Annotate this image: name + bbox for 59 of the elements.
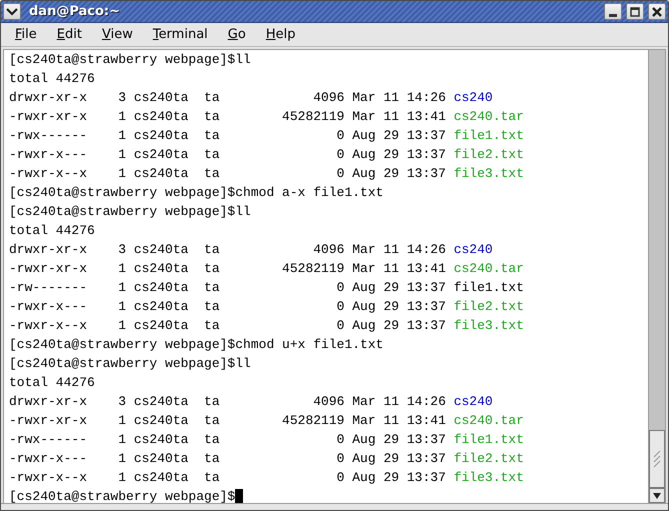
file-name: cs240 xyxy=(454,241,493,259)
minimize-button[interactable] xyxy=(604,3,622,20)
menu-item[interactable]: Edit xyxy=(46,25,92,44)
output-line: total 44276 xyxy=(9,222,95,240)
menu-item[interactable]: File xyxy=(5,25,47,44)
file-listing: -rwxr-xr-x 1 cs240ta ta 45282119 Mar 11 13:41 xyxy=(9,412,447,430)
chevron-down-icon xyxy=(6,8,18,16)
file-listing: -rwx------ 1 cs240ta ta 0 Aug 29 13:37 xyxy=(9,431,447,449)
file-listing: -rw------- 1 cs240ta ta 0 Aug 29 13:37 xyxy=(9,279,447,297)
file-name: file2.txt xyxy=(454,298,524,316)
close-icon xyxy=(652,6,662,16)
window-title: dan@Paco:~ xyxy=(28,4,122,19)
file-name: file1.txt xyxy=(454,279,524,297)
output-line: total 44276 xyxy=(9,70,95,88)
file-listing: drwxr-xr-x 3 cs240ta ta 4096 Mar 11 14:26 xyxy=(9,89,447,107)
menu-item[interactable]: Help xyxy=(256,25,306,44)
file-listing: -rwxr-x--- 1 cs240ta ta 0 Aug 29 13:37 xyxy=(9,450,447,468)
file-name: file2.txt xyxy=(454,450,524,468)
command-line: [cs240ta@strawberry webpage]$ll xyxy=(9,355,251,373)
file-listing: drwxr-xr-x 3 cs240ta ta 4096 Mar 11 14:26 xyxy=(9,241,447,259)
file-listing: -rwxr-xr-x 1 cs240ta ta 45282119 Mar 11 13:41 xyxy=(9,108,447,126)
close-button[interactable] xyxy=(648,3,666,20)
down-arrow-icon xyxy=(653,492,661,498)
file-name: file1.txt xyxy=(454,127,524,145)
file-name: cs240.tar xyxy=(454,260,524,278)
file-name: file3.txt xyxy=(454,165,524,183)
file-listing: -rwxr-x--x 1 cs240ta ta 0 Aug 29 13:37 xyxy=(9,469,447,487)
file-listing: -rwxr-x--- 1 cs240ta ta 0 Aug 29 13:37 xyxy=(9,298,447,316)
maximize-icon xyxy=(630,6,640,16)
file-name: file3.txt xyxy=(454,317,524,335)
file-name: file3.txt xyxy=(454,469,524,487)
file-listing: -rwxr-x--- 1 cs240ta ta 0 Aug 29 13:37 xyxy=(9,146,447,164)
file-listing: -rwxr-x--x 1 cs240ta ta 0 Aug 29 13:37 xyxy=(9,165,447,183)
command-line: [cs240ta@strawberry webpage]$chmod a-x file1.txt xyxy=(9,184,384,202)
file-name: file1.txt xyxy=(454,431,524,449)
menu-item[interactable]: View xyxy=(92,25,143,44)
file-listing: drwxr-xr-x 3 cs240ta ta 4096 Mar 11 14:26 xyxy=(9,393,447,411)
command-line: [cs240ta@strawberry webpage]$ll xyxy=(9,203,251,221)
output-line: total 44276 xyxy=(9,374,95,392)
command-line: [cs240ta@strawberry webpage]$ xyxy=(9,488,236,503)
file-name: cs240 xyxy=(454,89,493,107)
minimize-icon xyxy=(609,14,617,17)
menu-item[interactable]: Terminal xyxy=(142,25,218,44)
menu-item[interactable]: Go xyxy=(218,25,256,44)
grip-icon xyxy=(653,449,661,469)
file-name: cs240.tar xyxy=(454,412,524,430)
file-name: file2.txt xyxy=(454,146,524,164)
command-line: [cs240ta@strawberry webpage]$ll xyxy=(9,51,251,69)
scroll-down-button[interactable] xyxy=(649,488,665,503)
file-listing: -rwxr-x--x 1 cs240ta ta 0 Aug 29 13:37 xyxy=(9,317,447,335)
window-menu-button[interactable] xyxy=(3,3,21,20)
scrollbar[interactable] xyxy=(648,50,665,503)
file-name: cs240.tar xyxy=(454,108,524,126)
file-name: cs240 xyxy=(454,393,493,411)
command-line: [cs240ta@strawberry webpage]$chmod u+x file1.txt xyxy=(9,336,384,354)
scrollbar-thumb[interactable] xyxy=(649,430,665,488)
file-listing: -rwxr-xr-x 1 cs240ta ta 45282119 Mar 11 13:41 xyxy=(9,260,447,278)
file-listing: -rwx------ 1 cs240ta ta 0 Aug 29 13:37 xyxy=(9,127,447,145)
maximize-button[interactable] xyxy=(626,3,644,20)
